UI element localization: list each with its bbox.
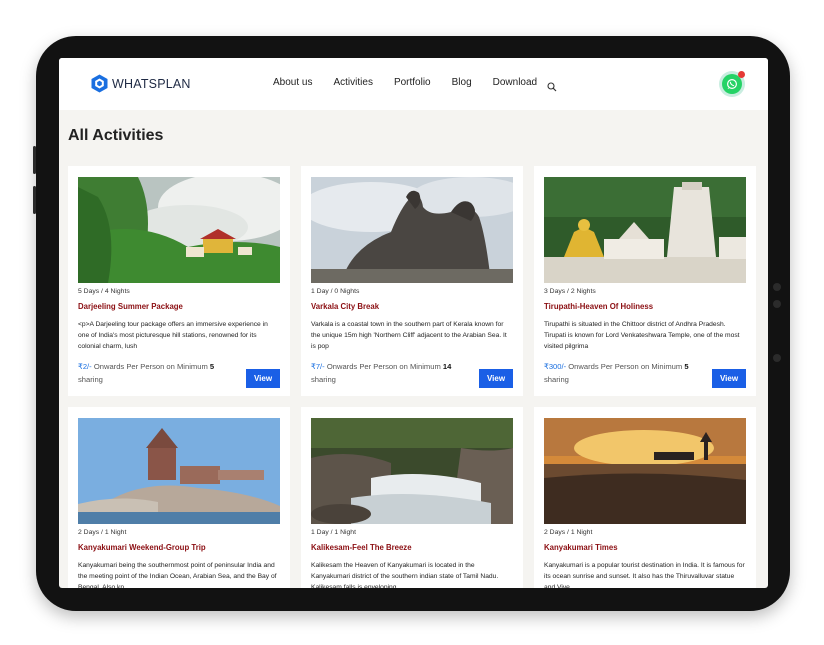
view-button[interactable]: View xyxy=(712,369,746,388)
view-button[interactable]: View xyxy=(246,369,280,388)
sharing-label: sharing xyxy=(311,375,336,384)
price-amount: ₹300/- xyxy=(544,362,567,371)
activity-image-kanyakumari-times[interactable] xyxy=(544,418,746,524)
sharing-label: sharing xyxy=(78,375,103,384)
sharing-label: sharing xyxy=(544,375,569,384)
activity-card: 3 Days / 2 Nights Tirupathi-Heaven Of Ho… xyxy=(534,166,756,396)
min-sharing-count: 14 xyxy=(442,362,452,371)
activity-image-varkala[interactable] xyxy=(311,177,513,283)
notification-badge xyxy=(738,71,745,78)
min-sharing-count: 5 xyxy=(209,362,215,371)
activity-duration: 2 Days / 1 Night xyxy=(78,529,127,536)
price-amount: ₹2/- xyxy=(78,362,92,371)
activity-price: ₹7/- Onwards Per Person on Minimum 14 sha… xyxy=(311,360,461,386)
page-title: All Activities xyxy=(68,127,164,144)
nav-activities[interactable]: Activities xyxy=(333,77,372,88)
activity-image-kalikesam[interactable] xyxy=(311,418,513,524)
activity-title[interactable]: Kalikesam-Feel The Breeze xyxy=(311,543,412,552)
brand-logo[interactable]: WHATSPLAN xyxy=(91,74,191,93)
nav-portfolio[interactable]: Portfolio xyxy=(394,77,431,88)
price-text: Onwards Per Person on Minimum xyxy=(326,362,441,371)
brand-name: WHATSPLAN xyxy=(112,76,191,91)
activity-description: Kanyakumari being the southernmost point… xyxy=(78,562,277,588)
tablet-sensor xyxy=(773,300,781,308)
activity-card: 2 Days / 1 Night Kanyakumari Times Kanya… xyxy=(534,407,756,588)
activity-duration: 2 Days / 1 Night xyxy=(544,529,593,536)
min-sharing-count: 5 xyxy=(684,362,689,371)
nav-blog[interactable]: Blog xyxy=(452,77,472,88)
price-text: Onwards Per Person on Minimum xyxy=(568,362,683,371)
hexagon-logo-icon xyxy=(91,74,108,93)
activity-description: Kalikesam the Heaven of Kanyakumari is l… xyxy=(311,562,499,588)
site-header: WHATSPLAN About us Activities Portfolio … xyxy=(59,58,768,110)
view-button[interactable]: View xyxy=(479,369,513,388)
activity-card: 5 Days / 4 Nights Darjeeling Summer Pack… xyxy=(68,166,290,396)
nav-about-us[interactable]: About us xyxy=(273,77,312,88)
tablet-sensor xyxy=(773,283,781,291)
whatsapp-button[interactable] xyxy=(722,71,745,94)
main-nav: About us Activities Portfolio Blog Downl… xyxy=(273,77,558,88)
nav-download[interactable]: Download xyxy=(493,77,537,88)
activity-card: 2 Days / 1 Night Kanyakumari Weekend-Gro… xyxy=(68,407,290,588)
activity-description: <p>A Darjeeling tour package offers an i… xyxy=(78,321,268,350)
activity-title[interactable]: Varkala City Break xyxy=(311,302,379,311)
activity-card: 1 Day / 1 Night Kalikesam-Feel The Breez… xyxy=(301,407,523,588)
activity-image-darjeeling[interactable] xyxy=(78,177,280,283)
search-icon[interactable] xyxy=(547,79,557,97)
activity-duration: 3 Days / 2 Nights xyxy=(544,288,596,295)
activity-title[interactable]: Tirupathi-Heaven Of Holiness xyxy=(544,302,653,311)
whatsapp-icon xyxy=(726,78,738,90)
activity-description: Varkala is a coastal town in the souther… xyxy=(311,321,507,350)
activity-image-kanyakumari-group[interactable] xyxy=(78,418,280,524)
activity-title[interactable]: Darjeeling Summer Package xyxy=(78,302,183,311)
activity-title[interactable]: Kanyakumari Weekend-Group Trip xyxy=(78,543,206,552)
activity-price: ₹300/- Onwards Per Person on Minimum 5 sh… xyxy=(544,360,694,386)
activity-title[interactable]: Kanyakumari Times xyxy=(544,543,618,552)
app-screen: WHATSPLAN About us Activities Portfolio … xyxy=(59,58,768,588)
tablet-side-button xyxy=(33,146,36,174)
price-text: Onwards Per Person on Minimum xyxy=(93,362,208,371)
activity-duration: 1 Day / 0 Nights xyxy=(311,288,360,295)
activity-card: 1 Day / 0 Nights Varkala City Break Vark… xyxy=(301,166,523,396)
tablet-side-button xyxy=(33,186,36,214)
activity-price: ₹2/- Onwards Per Person on Minimum 5 shar… xyxy=(78,360,228,386)
tablet-sensor xyxy=(773,354,781,362)
activity-duration: 5 Days / 4 Nights xyxy=(78,288,130,295)
activity-duration: 1 Day / 1 Night xyxy=(311,529,356,536)
activity-description: Kanyakumari is a popular tourist destina… xyxy=(544,562,745,588)
activity-description: Tirupathi is situated in the Chittoor di… xyxy=(544,321,740,350)
activity-image-tirupathi[interactable] xyxy=(544,177,746,283)
price-amount: ₹7/- xyxy=(311,362,325,371)
